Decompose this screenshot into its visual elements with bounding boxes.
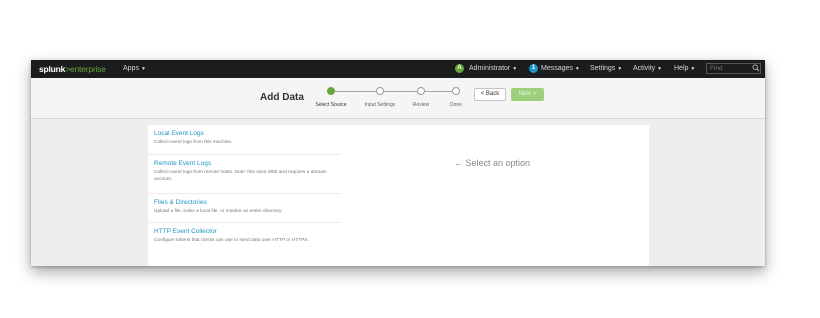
next-button[interactable]: Next > (511, 88, 544, 101)
source-item-title: HTTP Event Collector (154, 228, 217, 235)
splunk-logo[interactable]: splunk>enterprise (39, 64, 106, 74)
detail-panel: ← Select an option (341, 125, 649, 266)
step-connector (335, 91, 376, 92)
administrator-menu-label: Administrator (469, 65, 511, 72)
step-label-input-settings: Input Settings (364, 102, 396, 108)
chevron-down-icon: ▼ (140, 66, 146, 72)
wizard-steps: Select Source Input Settings Review Done (314, 86, 464, 116)
add-data-header: Add Data Select Source Input Settings Re… (31, 78, 765, 119)
step-label-select-source: Select Source (315, 102, 347, 108)
source-item-description: Collect event logs from this machine. (154, 140, 233, 145)
splunk-window: splunk>enterprise Apps ▼ A Administrator ▼… (31, 60, 765, 266)
settings-menu-label: Settings (590, 65, 616, 72)
top-navigation-bar: splunk>enterprise Apps ▼ A Administrator ▼… (31, 60, 765, 78)
source-item-title: Local Event Logs (154, 130, 204, 137)
step-dot-review (417, 87, 425, 95)
source-item-description: Collect event logs from remote hosts. No… (154, 170, 327, 182)
source-item-local-event-logs[interactable]: Local Event Logs Collect event logs from… (148, 125, 341, 155)
step-dot-done (452, 87, 460, 95)
page-title: Add Data (260, 92, 304, 103)
apps-menu[interactable]: Apps ▼ (123, 65, 146, 72)
source-item-files-directories[interactable]: Files & Directories Upload a file, index… (148, 194, 341, 223)
step-connector (425, 91, 452, 92)
activity-menu[interactable]: Activity ▼ (633, 65, 662, 72)
apps-menu-label: Apps (123, 65, 139, 72)
messages-count-badge: 1 (529, 64, 538, 73)
step-connector (384, 91, 417, 92)
source-item-http-event-collector[interactable]: HTTP Event Collector Configure tokens th… (148, 223, 341, 266)
search-icon[interactable] (752, 64, 760, 72)
help-menu[interactable]: Help ▼ (674, 65, 695, 72)
chevron-down-icon: ▼ (690, 66, 696, 72)
source-list: Local Event Logs Collect event logs from… (148, 125, 342, 266)
chevron-down-icon: ▼ (617, 66, 623, 72)
help-menu-label: Help (674, 65, 689, 72)
back-button[interactable]: < Back (474, 88, 506, 101)
chevron-down-icon: ▼ (657, 66, 663, 72)
select-option-hint: ← Select an option (454, 158, 531, 168)
messages-menu-label: Messages (541, 65, 573, 72)
administrator-menu[interactable]: Administrator ▼ (469, 65, 517, 72)
chevron-down-icon: ▼ (512, 66, 518, 72)
step-dot-select-source (327, 87, 335, 95)
source-item-title: Files & Directories (154, 199, 207, 206)
logo-brand: splunk (39, 64, 66, 74)
step-dot-input-settings (376, 87, 384, 95)
settings-menu[interactable]: Settings ▼ (590, 65, 622, 72)
messages-menu[interactable]: Messages ▼ (541, 65, 580, 72)
chevron-down-icon: ▼ (574, 66, 580, 72)
activity-menu-label: Activity (633, 65, 656, 72)
step-label-review: Review (412, 102, 430, 108)
source-item-description: Configure tokens that clients can use to… (154, 238, 309, 243)
source-item-description: Upload a file, index a local file, or mo… (154, 209, 283, 214)
step-label-done: Done (450, 102, 462, 108)
source-item-title: Remote Event Logs (154, 160, 212, 167)
source-item-remote-event-logs[interactable]: Remote Event Logs Collect event logs fro… (148, 155, 341, 194)
admin-avatar-icon: A (455, 64, 464, 73)
logo-suffix: >enterprise (65, 64, 106, 74)
content-area: Local Event Logs Collect event logs from… (31, 119, 765, 266)
